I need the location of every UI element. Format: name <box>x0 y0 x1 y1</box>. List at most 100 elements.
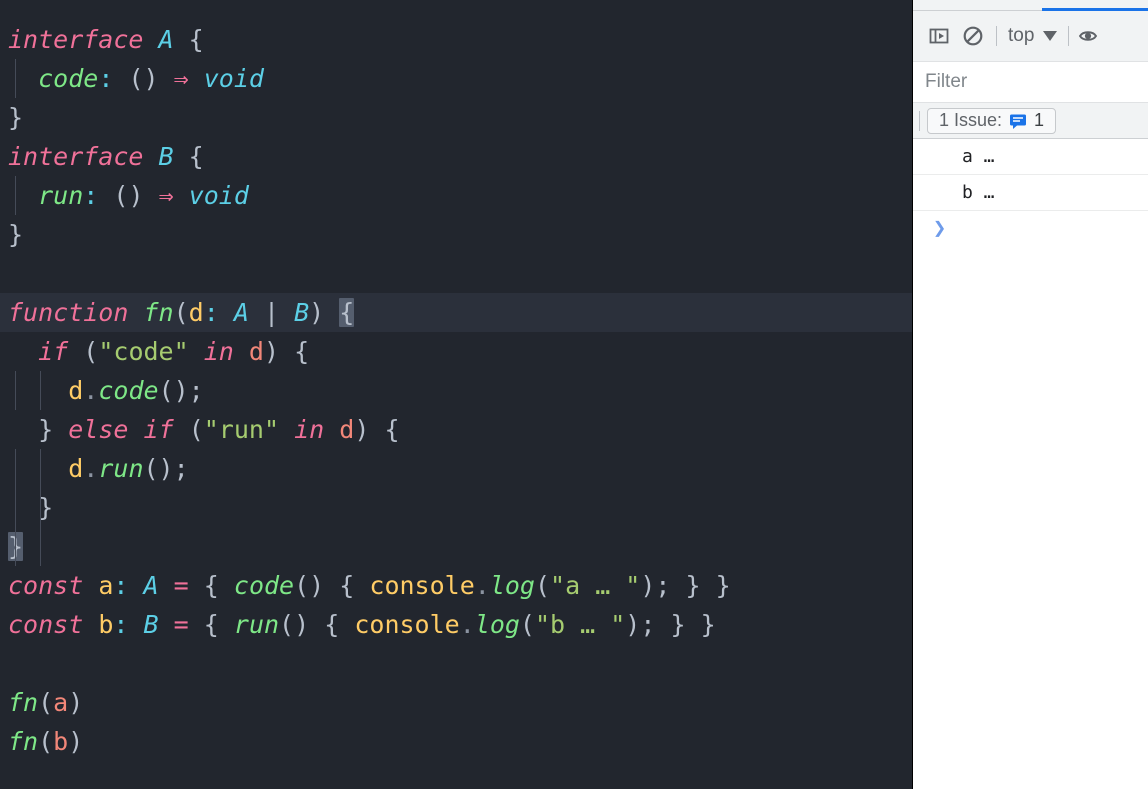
console-message-list: a … b … <box>913 139 1148 211</box>
code-token: ( <box>188 415 204 444</box>
console-toolbar: top <box>913 11 1148 62</box>
code-token: code <box>98 376 159 405</box>
code-token: () <box>113 181 144 210</box>
code-token: d <box>68 454 84 483</box>
clear-console-button[interactable] <box>959 22 987 50</box>
console-message[interactable]: b … <box>913 175 1148 211</box>
code-token: . <box>474 571 490 600</box>
filter-input[interactable] <box>913 66 1127 98</box>
code-token: interface <box>8 25 144 54</box>
execution-context-selector[interactable]: top <box>1006 25 1059 47</box>
code-token: . <box>83 454 99 483</box>
code-token: () <box>294 571 325 600</box>
devtools-tabstrip[interactable] <box>913 0 1148 11</box>
code-token: fn <box>8 727 39 756</box>
code-token: B <box>294 298 310 327</box>
code-token: } <box>700 610 716 639</box>
code-token: = <box>173 610 189 639</box>
code-line[interactable]: } else if ("run" in d) { <box>0 410 912 449</box>
code-line[interactable]: } <box>0 215 912 254</box>
console-prompt[interactable]: ❯ <box>913 211 1148 247</box>
code-line[interactable] <box>0 254 912 293</box>
code-line[interactable]: fn(b) <box>0 722 912 761</box>
code-token: "code" <box>98 337 189 366</box>
code-line[interactable]: } <box>0 527 912 566</box>
code-token: { <box>188 142 204 171</box>
code-token: ( <box>534 571 551 600</box>
code-token: () <box>158 376 189 405</box>
console-filter-bar <box>913 62 1148 103</box>
code-token: log <box>474 610 520 639</box>
code-token: run <box>38 181 84 210</box>
code-token: A <box>158 25 174 54</box>
code-token: d <box>68 376 84 405</box>
code-token: A <box>143 571 159 600</box>
code-line[interactable]: const b: B = { run() { console.log("b … … <box>0 605 912 644</box>
code-token: run <box>233 610 280 639</box>
code-token: ⇒ <box>158 181 174 210</box>
code-token: "a … " <box>550 571 641 600</box>
code-line[interactable]: d.code(); <box>0 371 912 410</box>
code-token: const <box>8 571 84 600</box>
console-message[interactable]: a … <box>913 139 1148 175</box>
code-editor[interactable]: interface A { code: () ⇒ void} interface … <box>0 0 912 789</box>
code-line[interactable]: interface B { <box>0 137 912 176</box>
code-line[interactable]: } <box>0 98 912 137</box>
code-token: ) <box>68 688 84 717</box>
chevron-down-icon <box>1043 31 1058 41</box>
code-line[interactable] <box>0 644 912 683</box>
code-token: ( <box>38 688 54 717</box>
code-token: } <box>38 415 54 444</box>
code-token: = <box>173 571 189 600</box>
code-token: if <box>38 337 69 366</box>
code-token: B <box>143 610 159 639</box>
console-settings-button[interactable] <box>1074 22 1102 50</box>
code-token: } <box>38 493 54 522</box>
console-sidebar-toggle-button[interactable] <box>925 22 953 50</box>
code-line[interactable]: interface A { <box>0 20 912 59</box>
code-line[interactable]: } <box>0 488 912 527</box>
code-token: { <box>203 571 219 600</box>
code-token: { <box>324 610 340 639</box>
code-token: } <box>8 220 24 249</box>
console-message-text: b … <box>962 182 995 203</box>
code-line[interactable]: d.run(); <box>0 449 912 488</box>
code-line[interactable]: if ("code" in d) { <box>0 332 912 371</box>
code-line[interactable]: code: () ⇒ void <box>0 59 912 98</box>
code-token: ( <box>83 337 99 366</box>
code-line[interactable]: run: () ⇒ void <box>0 176 912 215</box>
code-token: () <box>143 454 174 483</box>
code-token: void <box>203 64 264 93</box>
code-line[interactable]: const a: A = { code() { console.log("a …… <box>0 566 912 605</box>
code-line[interactable]: fn(a) <box>0 683 912 722</box>
code-token: : <box>83 181 99 210</box>
code-token: b <box>53 727 69 756</box>
code-lines[interactable]: interface A { code: () ⇒ void} interface … <box>0 20 912 761</box>
code-line[interactable]: function fn(d: A | B) { <box>0 293 912 332</box>
code-token: else <box>68 415 129 444</box>
code-token: d <box>248 337 264 366</box>
issues-chip[interactable]: 1 Issue: 1 <box>927 107 1057 134</box>
code-token: const <box>8 610 84 639</box>
code-token: A <box>233 298 249 327</box>
